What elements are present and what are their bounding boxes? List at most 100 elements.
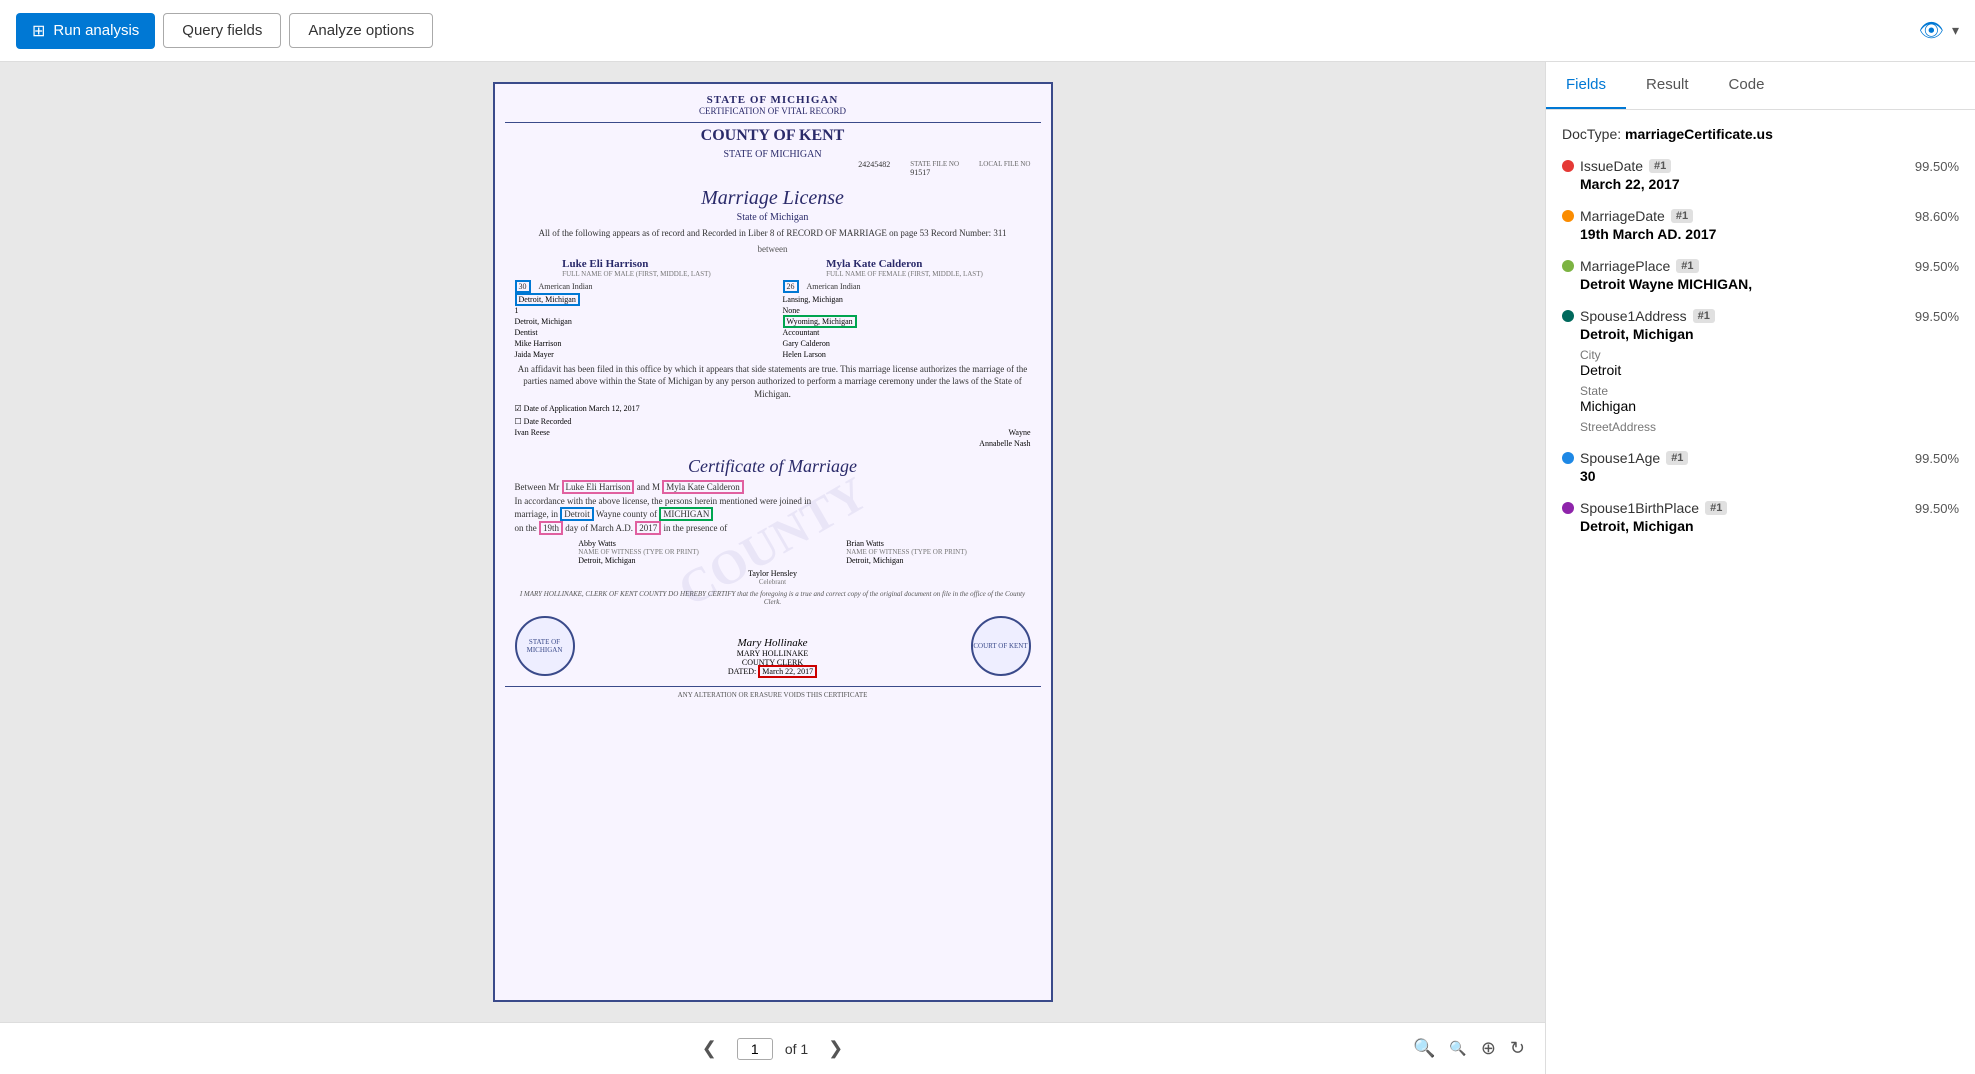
file-no-1: 24245482: [858, 160, 890, 177]
cert-marriage-body: Between Mr Luke Eli Harrison and M Myla …: [515, 481, 1031, 535]
city-value: Detroit: [1580, 362, 1959, 378]
cert-marriage-title: Certificate of Marriage: [505, 456, 1041, 477]
marriage-date-confidence: 98.60%: [1915, 209, 1959, 224]
clerk-name: MARY HOLLINAKE: [728, 649, 817, 658]
clerk-text: I MARY HOLLINAKE, CLERK OF KENT COUNTY D…: [515, 590, 1031, 606]
marriage-place-value: Detroit Wayne MICHIGAN,: [1580, 276, 1959, 292]
query-fields-button[interactable]: Query fields: [163, 13, 281, 48]
page-number-input[interactable]: [737, 1038, 773, 1060]
doctype-value: marriageCertificate.us: [1625, 126, 1773, 142]
witness2: Brian WattsNAME OF WITNESS (TYPE OR PRIN…: [846, 539, 967, 565]
run-analysis-label: Run analysis: [53, 22, 139, 39]
zoom-in-icon[interactable]: 🔍: [1449, 1040, 1466, 1057]
page-of-label: of 1: [785, 1041, 808, 1057]
marriage-place-dot: [1562, 260, 1574, 272]
field-marriage-date: MarriageDate #1 98.60% 19th March AD. 20…: [1562, 208, 1959, 242]
cert-subtitle: State of Michigan: [505, 212, 1041, 223]
zoom-out-icon[interactable]: 🔍: [1413, 1038, 1435, 1059]
fit-page-icon[interactable]: ⊕: [1481, 1038, 1496, 1059]
next-page-button[interactable]: ❯: [820, 1034, 851, 1063]
seal-right: COURT OF KENT: [971, 616, 1031, 676]
spouse1-address-value: Detroit, Michigan: [1580, 326, 1959, 342]
viewer-scroll[interactable]: COUNTY STATE OF MICHIGAN CERTIFICATION O…: [0, 62, 1545, 1022]
spouse1-age-badge: #1: [1666, 451, 1688, 465]
male-age-highlight: 30: [515, 280, 531, 293]
spouse1-state-subitem: State Michigan: [1580, 384, 1959, 414]
spouse1-age-name: Spouse1Age: [1580, 450, 1660, 466]
clerk-signature: Mary Hollinake: [728, 637, 817, 649]
male-name: Luke Eli Harrison: [562, 258, 711, 270]
spouse1-address-badge: #1: [1693, 309, 1715, 323]
field-marriage-place: MarriagePlace #1 99.50% Detroit Wayne MI…: [1562, 258, 1959, 292]
page-tools: 🔍 🔍 ⊕ ↻: [1413, 1038, 1525, 1059]
issue-date-dot: [1562, 160, 1574, 172]
panel-tabs: Fields Result Code: [1546, 62, 1975, 110]
dated-block: DATED: March 22, 2017: [728, 667, 817, 676]
male-race: American Indian: [539, 282, 593, 291]
certificate-document: COUNTY STATE OF MICHIGAN CERTIFICATION O…: [493, 82, 1053, 1002]
female-race: American Indian: [807, 282, 861, 291]
issue-date-confidence: 99.50%: [1915, 159, 1959, 174]
state-label: State: [1580, 384, 1959, 398]
cert-year: 2017: [635, 521, 661, 535]
fathers-name-m: Mike Harrison: [515, 339, 763, 348]
cert-names: Luke Eli Harrison FULL NAME OF MALE (FIR…: [505, 258, 1041, 278]
cert-state-name: STATE OF MICHIGAN: [505, 149, 1041, 160]
officiant: Taylor Hensley Celebrant: [515, 569, 1031, 586]
analyze-options-button[interactable]: Analyze options: [289, 13, 433, 48]
occupation-m: Dentist: [515, 328, 763, 337]
run-analysis-button[interactable]: ⊞ Run analysis: [16, 13, 155, 49]
visibility-icon[interactable]: 👁: [1919, 18, 1944, 43]
field-spouse1-age: Spouse1Age #1 99.50% 30: [1562, 450, 1959, 484]
female-age-highlight: 26: [783, 280, 799, 293]
tab-code[interactable]: Code: [1709, 62, 1785, 109]
marriage-date-value: 19th March AD. 2017: [1580, 226, 1959, 242]
mothers-name-f: Helen Larson: [783, 350, 1031, 359]
street-label: StreetAddress: [1580, 420, 1959, 434]
toolbar: ⊞ Run analysis Query fields Analyze opti…: [0, 0, 1975, 62]
spouse1-birthplace-name: Spouse1BirthPlace: [1580, 500, 1699, 516]
between-text: between: [505, 244, 1041, 254]
spouse1-birthplace-badge: #1: [1705, 501, 1727, 515]
spouse1-city-subitem: City Detroit: [1580, 348, 1959, 378]
chevron-down-icon[interactable]: ▾: [1952, 22, 1959, 39]
spouse1-birthplace-value: Detroit, Michigan: [1580, 518, 1959, 534]
female-name: Myla Kate Calderon: [826, 258, 983, 270]
footer-note: ANY ALTERATION OR ERASURE VOIDS THIS CER…: [505, 686, 1041, 699]
spouse1-street-subitem: StreetAddress: [1580, 420, 1959, 434]
cert-county-marriage: Wayne: [596, 509, 621, 519]
analyze-options-label: Analyze options: [308, 22, 414, 39]
query-fields-label: Query fields: [182, 22, 262, 39]
spouse1-address-dot: [1562, 310, 1574, 322]
occupation-f: Accountant: [783, 328, 1031, 337]
cert-city: Detroit: [560, 507, 594, 521]
rotate-icon[interactable]: ↻: [1510, 1038, 1525, 1059]
date-recorded: ☐ Date Recorded: [515, 417, 1031, 426]
cert-county: COUNTY OF KENT: [505, 127, 1041, 145]
spouse1-birthplace-confidence: 99.50%: [1915, 501, 1959, 516]
tab-fields[interactable]: Fields: [1546, 62, 1626, 109]
file-no-3: LOCAL FILE NO: [979, 160, 1030, 177]
doctype-label: DocType:: [1562, 126, 1621, 142]
fathers-name-f: Gary Calderon: [783, 339, 1031, 348]
state-title: STATE OF MICHIGAN: [505, 94, 1041, 106]
cert-sig-block: Mary Hollinake MARY HOLLINAKE COUNTY CLE…: [728, 637, 817, 676]
times-married-f: None: [783, 306, 1031, 315]
state-value: Michigan: [1580, 398, 1959, 414]
spouse1-birthplace-dot: [1562, 502, 1574, 514]
cert-day: 19th: [539, 521, 563, 535]
marriage-place-badge: #1: [1676, 259, 1698, 273]
prev-page-button[interactable]: ❮: [694, 1034, 725, 1063]
doctype-row: DocType: marriageCertificate.us: [1562, 126, 1959, 142]
cert-year-ad: A.D.: [616, 523, 634, 533]
male-label: FULL NAME OF MALE (FIRST, MIDDLE, LAST): [562, 270, 711, 278]
tab-result[interactable]: Result: [1626, 62, 1709, 109]
main-area: COUNTY STATE OF MICHIGAN CERTIFICATION O…: [0, 62, 1975, 1074]
seal-left: STATE OF MICHIGAN: [515, 616, 575, 676]
witness1: Abby WattsNAME OF WITNESS (TYPE OR PRINT…: [578, 539, 699, 565]
pagination: ❮ of 1 ❯ 🔍 🔍 ⊕ ↻: [0, 1022, 1545, 1074]
birthplace-f: Wyoming, Michigan: [783, 315, 857, 328]
dated-value: March 22, 2017: [758, 665, 817, 678]
cert-female-name: Myla Kate Calderon: [662, 480, 743, 494]
male-city: Detroit, Michigan: [515, 293, 580, 306]
